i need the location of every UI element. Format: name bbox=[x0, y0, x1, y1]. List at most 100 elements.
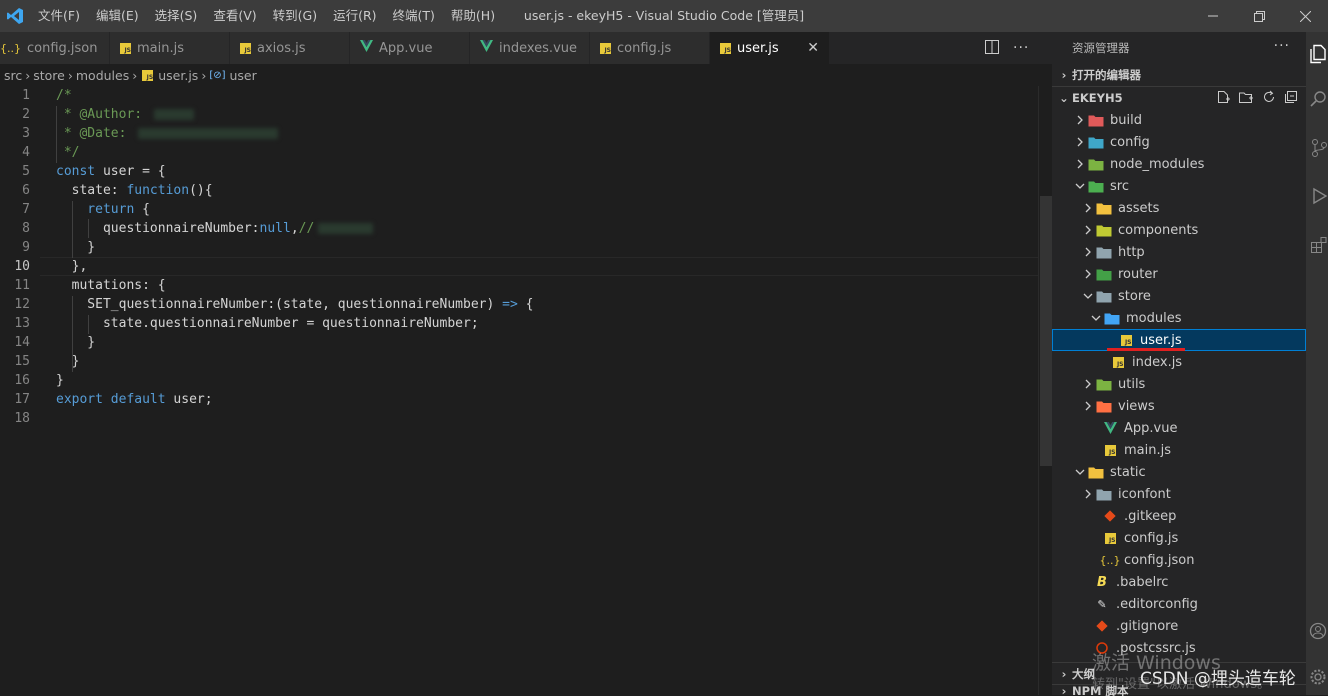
minimize-button[interactable] bbox=[1190, 0, 1236, 32]
breadcrumb-modules[interactable]: modules bbox=[76, 68, 129, 83]
tab-user-js[interactable]: JS user.js ✕ bbox=[710, 32, 830, 64]
menu-item-1[interactable]: 编辑(E) bbox=[88, 0, 147, 32]
source-control-activity-icon[interactable] bbox=[1310, 138, 1328, 162]
code-editor[interactable]: 1 /* 2 * @Author: 3 * @Date: 4 */ 5 const us… bbox=[0, 86, 1052, 695]
tab-main-js[interactable]: JS main.js bbox=[110, 32, 230, 64]
line-number: 1 bbox=[22, 88, 30, 103]
breadcrumb-file[interactable]: user.js bbox=[158, 68, 198, 83]
account-activity-icon[interactable] bbox=[1309, 622, 1327, 644]
more-actions-icon[interactable]: ··· bbox=[1013, 40, 1029, 56]
vertical-scrollbar-thumb[interactable] bbox=[1040, 196, 1052, 466]
line-number: 5 bbox=[22, 164, 30, 179]
folder-icon bbox=[1096, 376, 1112, 392]
tree-item-build[interactable]: build bbox=[1052, 109, 1306, 131]
extensions-activity-icon[interactable] bbox=[1310, 236, 1328, 258]
project-section[interactable]: ⌄ EKEYH5 bbox=[1052, 86, 1306, 109]
code-token: { bbox=[134, 202, 150, 217]
folder-icon bbox=[1088, 156, 1104, 172]
code-line: 18 bbox=[0, 409, 1040, 428]
line-number: 13 bbox=[14, 316, 30, 331]
tab-config-json[interactable]: {..} config.json bbox=[0, 32, 110, 64]
menu-item-4[interactable]: 转到(G) bbox=[265, 0, 325, 32]
new-file-icon[interactable] bbox=[1216, 90, 1230, 107]
tree-item-node_modules[interactable]: node_modules bbox=[1052, 153, 1306, 175]
explorer-more-icon[interactable]: ··· bbox=[1274, 38, 1290, 54]
search-activity-icon[interactable] bbox=[1310, 90, 1328, 112]
menu-item-7[interactable]: 帮助(H) bbox=[443, 0, 503, 32]
open-editors-section[interactable]: › 打开的编辑器 bbox=[1052, 64, 1306, 86]
tab-label: main.js bbox=[137, 40, 184, 56]
code-token: } bbox=[56, 335, 96, 350]
tree-item-config-js[interactable]: JS config.js bbox=[1052, 527, 1306, 549]
tree-item-router[interactable]: router bbox=[1052, 263, 1306, 285]
tree-item-components[interactable]: components bbox=[1052, 219, 1306, 241]
js-file-icon: JS bbox=[720, 42, 731, 54]
explorer-panel: 资源管理器 ··· › 打开的编辑器 ⌄ EKEYH5 build config n… bbox=[1052, 32, 1310, 696]
tab-indexes-vue[interactable]: indexes.vue bbox=[470, 32, 590, 64]
restore-button[interactable] bbox=[1236, 0, 1282, 32]
tree-item-label: static bbox=[1110, 464, 1146, 480]
close-tab-icon[interactable]: ✕ bbox=[807, 40, 819, 56]
tree-item-dot-editorconfig[interactable]: ✎ .editorconfig bbox=[1052, 593, 1306, 615]
tab-axios-js[interactable]: JS axios.js bbox=[230, 32, 350, 64]
code-token: mutations: { bbox=[56, 278, 166, 293]
menu-bar: 文件(F) 编辑(E) 选择(S) 查看(V) 转到(G) 运行(R) 终端(T) 帮助(H) bbox=[30, 0, 503, 32]
tree-item-store[interactable]: store bbox=[1052, 285, 1306, 307]
tree-item-App-vue[interactable]: App.vue bbox=[1052, 417, 1306, 439]
new-folder-icon[interactable] bbox=[1238, 90, 1254, 107]
split-editor-icon[interactable] bbox=[985, 39, 999, 58]
tree-item-modules[interactable]: modules bbox=[1052, 307, 1306, 329]
collapse-all-icon[interactable] bbox=[1284, 90, 1298, 107]
tree-item-user-js[interactable]: JS user.js bbox=[1052, 329, 1306, 351]
tree-item-label: iconfont bbox=[1118, 486, 1171, 502]
vue-file-icon bbox=[360, 40, 373, 56]
tree-item-label: store bbox=[1118, 288, 1151, 304]
menu-item-2[interactable]: 选择(S) bbox=[147, 0, 206, 32]
tree-item-utils[interactable]: utils bbox=[1052, 373, 1306, 395]
code-text: /* bbox=[56, 86, 72, 105]
menu-item-0[interactable]: 文件(F) bbox=[30, 0, 88, 32]
line-number: 18 bbox=[14, 411, 30, 426]
code-token: */ bbox=[56, 145, 80, 160]
tree-item-dot-babelrc[interactable]: B .babelrc bbox=[1052, 571, 1306, 593]
tree-item-views[interactable]: views bbox=[1052, 395, 1306, 417]
close-window-button[interactable] bbox=[1282, 0, 1328, 32]
explorer-activity-icon[interactable] bbox=[1309, 44, 1327, 68]
run-debug-activity-icon[interactable] bbox=[1310, 186, 1328, 210]
tree-item-config-json[interactable]: {..} config.json bbox=[1052, 549, 1306, 571]
tree-item-assets[interactable]: assets bbox=[1052, 197, 1306, 219]
settings-gear-icon[interactable] bbox=[1309, 668, 1327, 690]
chevron-right-icon bbox=[1072, 112, 1088, 128]
menu-item-5[interactable]: 运行(R) bbox=[325, 0, 384, 32]
tree-item-main-js[interactable]: JS main.js bbox=[1052, 439, 1306, 461]
line-number: 11 bbox=[14, 278, 30, 293]
tree-item-http[interactable]: http bbox=[1052, 241, 1306, 263]
project-label: EKEYH5 bbox=[1072, 91, 1123, 105]
chevron-right-icon: › bbox=[1061, 667, 1067, 681]
code-token: }, bbox=[56, 259, 88, 274]
tree-item-config[interactable]: config bbox=[1052, 131, 1306, 153]
refresh-icon[interactable] bbox=[1262, 90, 1276, 107]
breadcrumb-symbol[interactable]: user bbox=[230, 68, 257, 83]
tree-item-src[interactable]: src bbox=[1052, 175, 1306, 197]
menu-item-3[interactable]: 查看(V) bbox=[205, 0, 264, 32]
tree-item-label: build bbox=[1110, 112, 1142, 128]
code-token: const bbox=[56, 164, 96, 179]
tree-item-dot-gitkeep[interactable]: .gitkeep bbox=[1052, 505, 1306, 527]
tree-item-label: .gitignore bbox=[1116, 618, 1179, 634]
tree-item-index-js[interactable]: JS index.js bbox=[1052, 351, 1306, 373]
line-number: 9 bbox=[22, 240, 30, 255]
code-text: mutations: { bbox=[56, 276, 166, 295]
breadcrumb-store[interactable]: store bbox=[33, 68, 65, 83]
menu-item-6[interactable]: 终端(T) bbox=[385, 0, 443, 32]
tree-item-static[interactable]: static bbox=[1052, 461, 1306, 483]
breadcrumb-src[interactable]: src bbox=[4, 68, 22, 83]
tab-config-js[interactable]: JS config.js bbox=[590, 32, 710, 64]
tree-item-dot-gitignore[interactable]: .gitignore bbox=[1052, 615, 1306, 637]
tab-App-vue[interactable]: App.vue bbox=[350, 32, 470, 64]
tree-item-label: config.json bbox=[1124, 552, 1195, 568]
chevron-right-icon: › bbox=[25, 67, 31, 83]
tree-item-iconfont[interactable]: iconfont bbox=[1052, 483, 1306, 505]
